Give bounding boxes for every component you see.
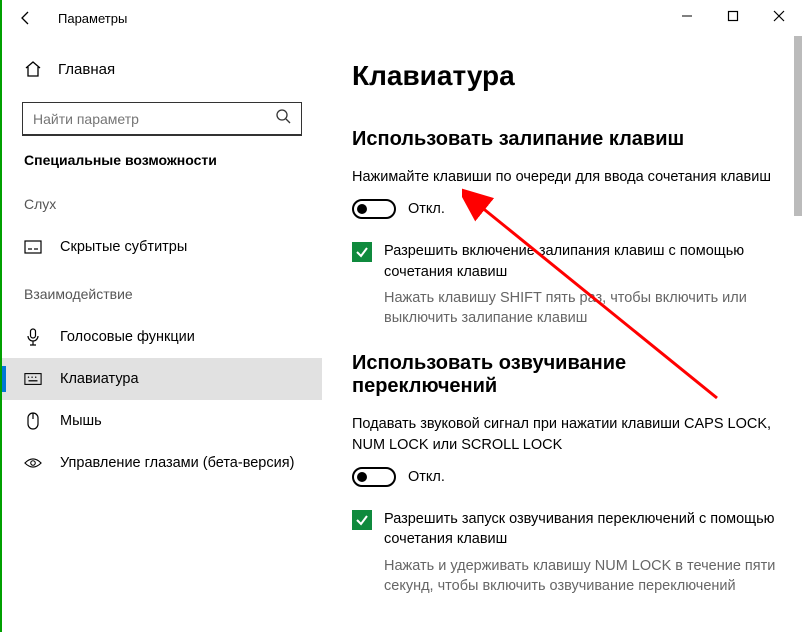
window-title: Параметры [58,11,127,26]
eye-icon [24,454,42,472]
toggle-keys-desc: Подавать звуковой сигнал при нажатии кла… [352,414,772,455]
sticky-keys-shortcut-label: Разрешить включение залипания клавиш с п… [384,241,776,282]
toggle-keys-shortcut-hint: Нажать и удерживать клавишу NUM LOCK в т… [384,556,776,597]
toggle-keys-shortcut-label: Разрешить запуск озвучивания переключени… [384,509,776,550]
sidebar-category-interaction: Взаимодействие [2,286,322,302]
sidebar-item-keyboard[interactable]: Клавиатура [2,358,322,400]
mouse-icon [24,412,42,430]
toggle-keys-shortcut-checkbox[interactable] [352,510,372,530]
maximize-button[interactable] [710,0,756,32]
sidebar-item-subtitles[interactable]: Скрытые субтитры [2,226,322,268]
subtitles-icon [24,238,42,256]
toggle-keys-toggle[interactable] [352,467,396,487]
sidebar-item-label: Скрытые субтитры [60,239,187,255]
sidebar-section: Специальные возможности [2,152,322,168]
titlebar: Параметры [2,0,802,36]
main-panel: Клавиатура Использовать залипание клавиш… [322,36,802,632]
sticky-keys-shortcut-hint: Нажать клавишу SHIFT пять раз, чтобы вкл… [384,288,776,329]
search-box[interactable] [22,102,302,136]
minimize-button[interactable] [664,0,710,32]
sidebar-item-label: Голосовые функции [60,329,195,345]
microphone-icon [24,328,42,346]
toggle-keys-toggle-state: Откл. [408,469,445,485]
sidebar-item-eye-control[interactable]: Управление глазами (бета-версия) [2,442,322,484]
sidebar: Главная Специальные возможности Слух Скр… [2,36,322,632]
close-button[interactable] [756,0,802,32]
sidebar-item-label: Клавиатура [60,371,139,387]
scrollbar-thumb[interactable] [794,36,802,216]
sticky-keys-desc: Нажимайте клавиши по очереди для ввода с… [352,167,772,187]
sidebar-item-voice[interactable]: Голосовые функции [2,316,322,358]
toggle-keys-heading: Использовать озвучивание переключений [352,352,776,398]
search-input[interactable] [33,111,275,127]
sticky-keys-toggle-state: Откл. [408,201,445,217]
search-icon [275,108,291,129]
sticky-keys-heading: Использовать залипание клавиш [352,128,776,151]
keyboard-icon [24,370,42,388]
home-icon [24,60,42,78]
page-title: Клавиатура [352,60,776,92]
sticky-keys-toggle[interactable] [352,199,396,219]
sidebar-category-hearing: Слух [2,196,322,212]
sidebar-item-mouse[interactable]: Мышь [2,400,322,442]
sidebar-home-label: Главная [58,61,115,78]
sidebar-item-label: Мышь [60,413,102,429]
sidebar-item-home[interactable]: Главная [2,54,322,84]
sidebar-item-label: Управление глазами (бета-версия) [60,455,294,471]
scrollbar[interactable] [794,36,802,632]
window-controls [664,0,802,32]
back-button[interactable] [12,4,40,32]
sticky-keys-shortcut-checkbox[interactable] [352,242,372,262]
